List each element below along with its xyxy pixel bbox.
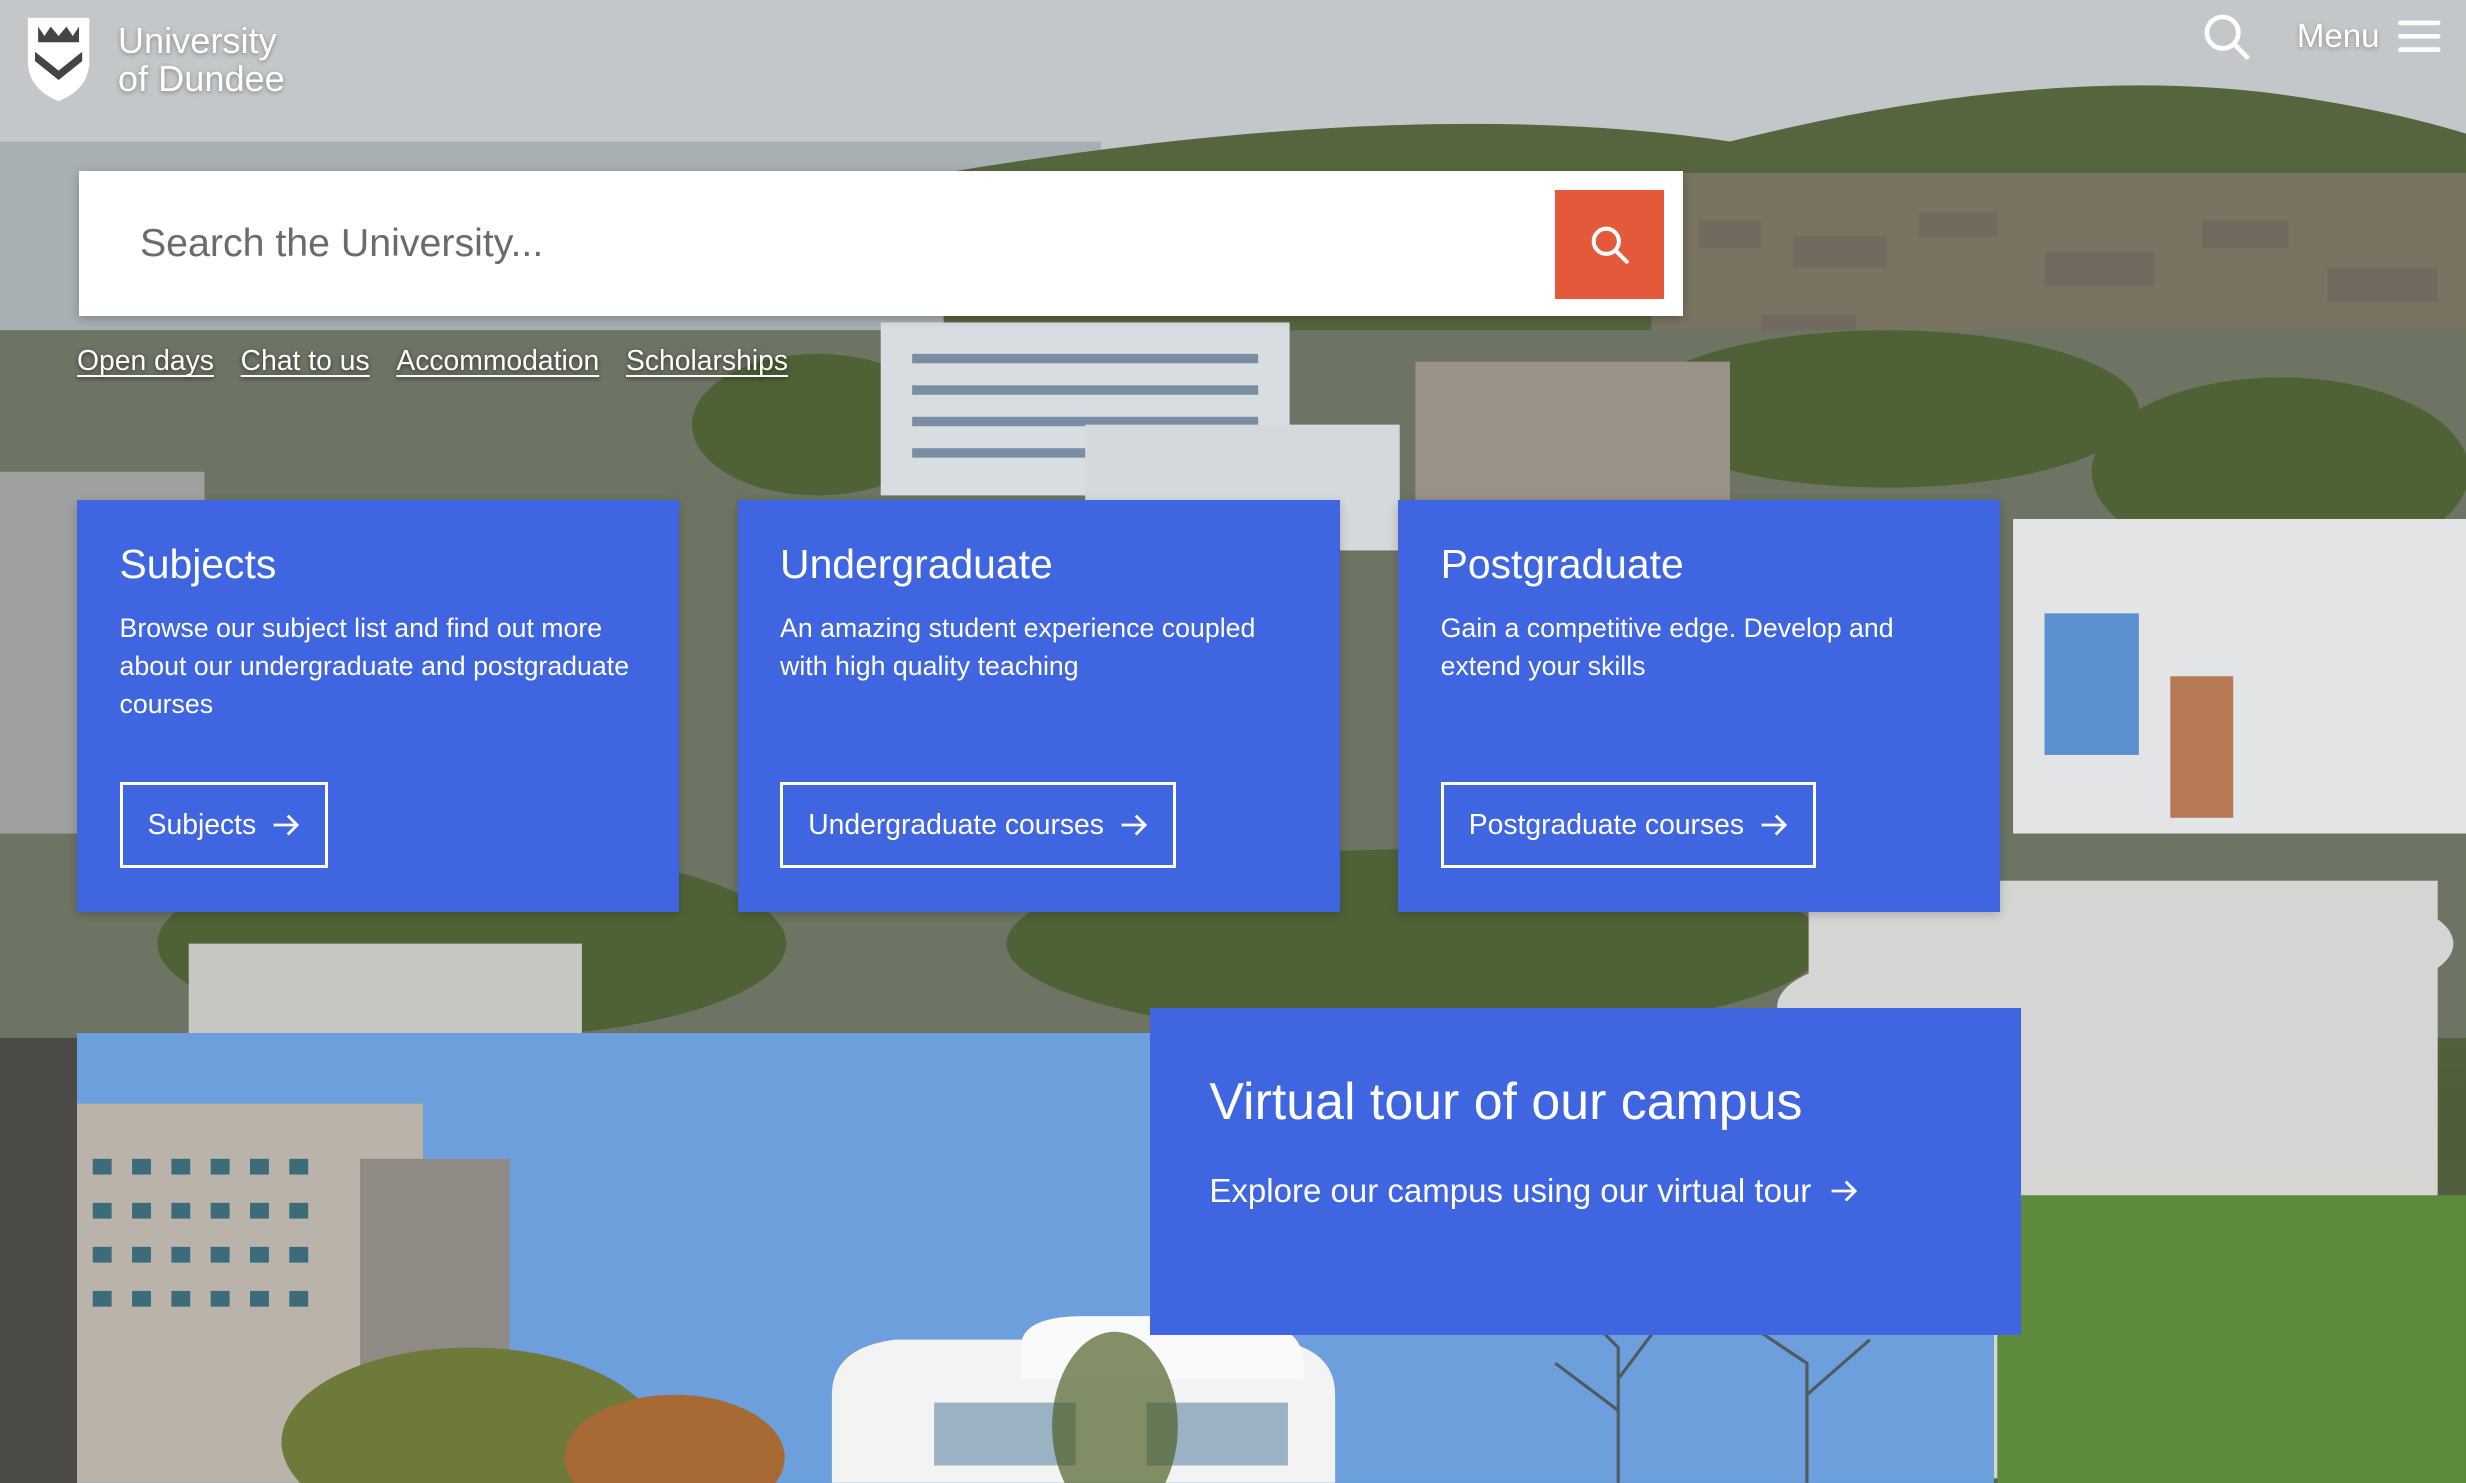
virtual-tour-title: Virtual tour of our campus: [1209, 1072, 1803, 1130]
quick-link-accommodation[interactable]: Accommodation: [396, 344, 599, 377]
card-text: Gain a competitive edge. Develop and ext…: [1440, 613, 1894, 681]
card-undergraduate: Undergraduate An amazing student experie…: [737, 500, 1340, 913]
virtual-tour-panel: Virtual tour of our campus Explore our c…: [1149, 1008, 2021, 1336]
shield-logo-icon: [25, 16, 91, 104]
hamburger-menu-icon: [2398, 20, 2441, 52]
card-title: Subjects: [119, 540, 277, 587]
arrow-right-icon: [1121, 814, 1147, 836]
card-title: Undergraduate: [780, 540, 1053, 587]
button-label: Postgraduate courses: [1468, 808, 1745, 841]
virtual-tour-link[interactable]: Explore our campus using our virtual tou…: [1209, 1172, 1961, 1210]
button-label: Undergraduate courses: [808, 808, 1104, 841]
logo-line-2: of Dundee: [117, 57, 285, 99]
quick-link-chat-to-us[interactable]: Chat to us: [241, 344, 370, 377]
card-text: An amazing student experience coupled wi…: [780, 613, 1256, 681]
card-postgraduate: Postgraduate Gain a competitive edge. De…: [1398, 500, 2001, 913]
quick-links: Open days Chat to us Accommodation Schol…: [77, 344, 788, 377]
search-bar: [78, 171, 1683, 317]
postgraduate-courses-button[interactable]: Postgraduate courses: [1440, 781, 1817, 869]
card-subjects: Subjects Browse our subject list and fin…: [77, 500, 680, 913]
quick-link-scholarships[interactable]: Scholarships: [626, 344, 788, 377]
search-icon[interactable]: [2203, 13, 2250, 60]
arrow-right-icon: [1761, 814, 1787, 836]
arrow-right-icon: [1831, 1180, 1858, 1202]
button-label: Subjects: [147, 808, 257, 841]
card-text: Browse our subject list and find out mor…: [119, 613, 630, 719]
subjects-button[interactable]: Subjects: [119, 781, 329, 869]
arrow-right-icon: [273, 814, 300, 836]
logo-wordmark: University of Dundee: [118, 22, 285, 98]
logo-line-1: University: [117, 19, 277, 61]
search-input[interactable]: [78, 171, 1542, 317]
search-icon: [1591, 226, 1629, 264]
virtual-tour-link-label: Explore our campus using our virtual tou…: [1209, 1171, 1812, 1209]
menu-button[interactable]: Menu: [2297, 17, 2441, 55]
menu-label: Menu: [2296, 17, 2380, 55]
undergraduate-courses-button[interactable]: Undergraduate courses: [780, 781, 1177, 869]
card-title: Postgraduate: [1440, 540, 1684, 587]
search-submit-button[interactable]: [1555, 190, 1664, 299]
university-logo[interactable]: University of Dundee: [24, 14, 285, 105]
quick-link-open-days[interactable]: Open days: [77, 344, 214, 377]
header-actions: Menu: [2203, 13, 2441, 60]
